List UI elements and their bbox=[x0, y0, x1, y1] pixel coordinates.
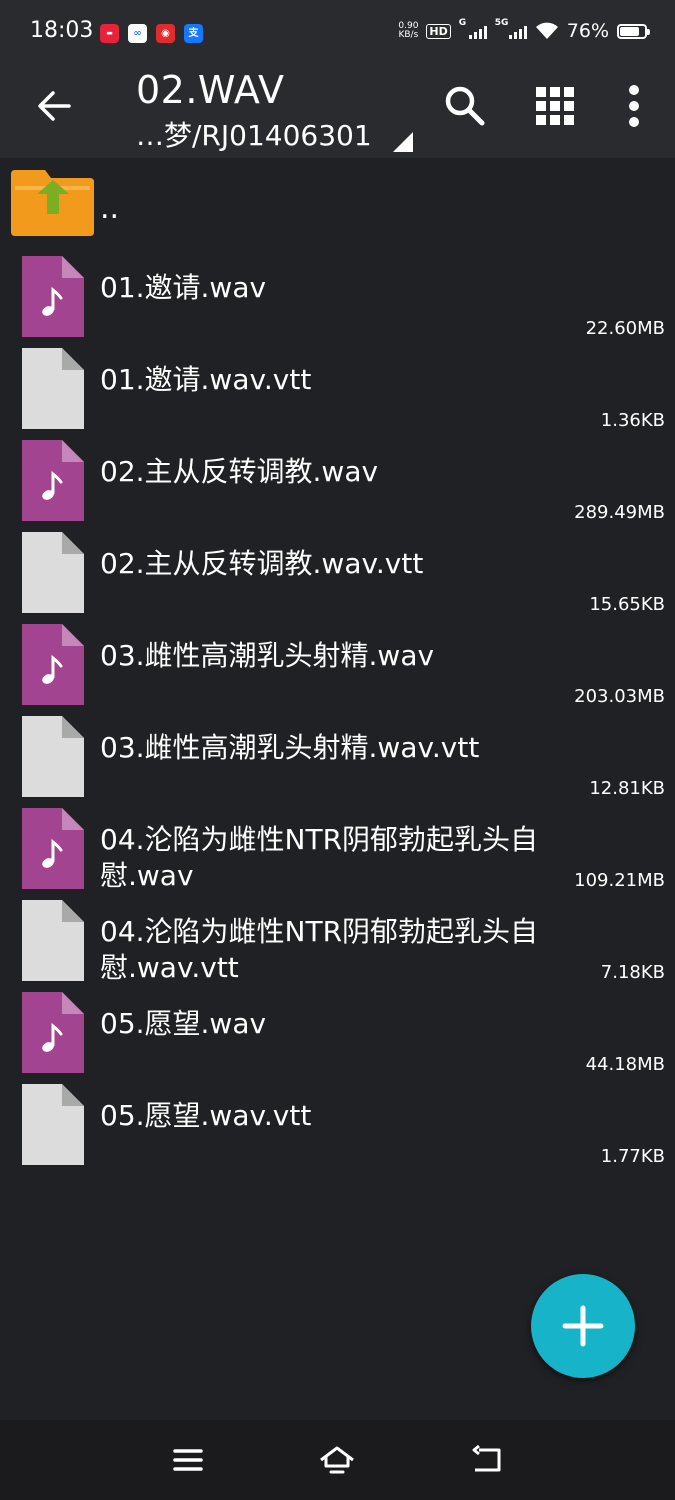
file-row[interactable]: 04.沦陷为雌性NTR阴郁勃起乳头自慰.wav.vtt 7.18KB bbox=[0, 894, 675, 986]
signal-icon: G bbox=[459, 18, 487, 39]
parent-folder-row[interactable]: .. bbox=[0, 158, 675, 242]
app-bar: 02.WAV …梦/RJ01406301 bbox=[0, 64, 675, 158]
net-speed: 0.90 KB/s bbox=[398, 21, 419, 40]
file-size: 109.21MB bbox=[574, 870, 665, 891]
file-size: 44.18MB bbox=[585, 1054, 665, 1075]
notification-icons: ▬ ∞ ◉ 支 bbox=[100, 24, 203, 43]
status-bar: 18:03 ▬ ∞ ◉ 支 0.90 KB/s HD G 5G 76% bbox=[0, 0, 675, 64]
file-row[interactable]: 03.雌性高潮乳头射精.wav.vtt 12.81KB bbox=[0, 710, 675, 802]
audio-file-icon bbox=[22, 256, 84, 337]
audio-file-icon bbox=[22, 624, 84, 705]
file-row[interactable]: 04.沦陷为雌性NTR阴郁勃起乳头自慰.wav 109.21MB bbox=[0, 802, 675, 894]
document-file-icon bbox=[22, 348, 84, 429]
file-name: 02.主从反转调教.wav.vtt bbox=[100, 547, 424, 580]
document-file-icon bbox=[22, 1084, 84, 1165]
folder-up-icon bbox=[11, 170, 94, 236]
file-size: 15.65KB bbox=[589, 594, 665, 615]
file-name: 01.邀请.wav bbox=[100, 271, 267, 304]
file-row[interactable]: 02.主从反转调教.wav 289.49MB bbox=[0, 434, 675, 526]
file-name: 05.愿望.wav.vtt bbox=[100, 1099, 312, 1132]
file-row[interactable]: 02.主从反转调教.wav.vtt 15.65KB bbox=[0, 526, 675, 618]
file-row[interactable]: 03.雌性高潮乳头射精.wav 203.03MB bbox=[0, 618, 675, 710]
news-app-icon: ▬ bbox=[100, 24, 119, 43]
menu-icon[interactable] bbox=[170, 1444, 206, 1476]
file-row[interactable]: 05.愿望.wav.vtt 1.77KB bbox=[0, 1078, 675, 1170]
folder-path[interactable]: …梦/RJ01406301 bbox=[136, 114, 372, 154]
file-row[interactable]: 01.邀请.wav.vtt 1.36KB bbox=[0, 342, 675, 434]
back-nav-icon[interactable] bbox=[469, 1444, 505, 1476]
status-time: 18:03 bbox=[30, 18, 94, 43]
file-row[interactable]: 01.邀请.wav 22.60MB bbox=[0, 250, 675, 342]
audio-file-icon bbox=[22, 992, 84, 1073]
battery-percent: 76% bbox=[566, 20, 609, 42]
file-size: 7.18KB bbox=[600, 962, 665, 983]
alipay-icon: 支 bbox=[184, 24, 203, 43]
file-row[interactable]: 05.愿望.wav 44.18MB bbox=[0, 986, 675, 1078]
cloud-app-icon: ∞ bbox=[128, 24, 147, 43]
add-fab-button[interactable] bbox=[531, 1274, 635, 1378]
path-dropdown-icon[interactable] bbox=[393, 132, 413, 152]
grid-view-icon[interactable] bbox=[533, 84, 577, 128]
more-options-icon[interactable] bbox=[612, 84, 656, 128]
back-arrow-icon[interactable] bbox=[36, 88, 72, 124]
file-name: 02.主从反转调教.wav bbox=[100, 455, 379, 488]
plus-icon bbox=[562, 1305, 604, 1347]
search-icon[interactable] bbox=[443, 84, 487, 128]
file-name: 03.雌性高潮乳头射精.wav.vtt bbox=[100, 731, 480, 764]
wifi-icon bbox=[535, 22, 558, 39]
file-size: 12.81KB bbox=[589, 778, 665, 799]
file-size: 203.03MB bbox=[574, 686, 665, 707]
signal-5g-icon: 5G bbox=[495, 18, 527, 39]
file-name: 04.沦陷为雌性NTR阴郁勃起乳头自慰.wav bbox=[100, 823, 539, 892]
system-nav-bar bbox=[0, 1420, 675, 1500]
parent-folder-label: .. bbox=[100, 191, 120, 226]
audio-file-icon bbox=[22, 808, 84, 889]
file-name: 05.愿望.wav bbox=[100, 1007, 267, 1040]
document-file-icon bbox=[22, 716, 84, 797]
file-size: 1.36KB bbox=[600, 410, 665, 431]
audio-file-icon bbox=[22, 440, 84, 521]
file-name: 03.雌性高潮乳头射精.wav bbox=[100, 639, 435, 672]
file-name: 01.邀请.wav.vtt bbox=[100, 363, 312, 396]
hd-badge: HD bbox=[426, 23, 451, 39]
document-file-icon bbox=[22, 900, 84, 981]
page-title: 02.WAV bbox=[136, 68, 285, 112]
home-icon[interactable] bbox=[319, 1444, 355, 1476]
status-indicators: 0.90 KB/s HD G 5G 76% bbox=[398, 18, 650, 42]
document-file-icon bbox=[22, 532, 84, 613]
file-size: 22.60MB bbox=[585, 318, 665, 339]
file-size: 1.77KB bbox=[600, 1146, 665, 1167]
music-app-icon: ◉ bbox=[156, 24, 175, 43]
battery-icon bbox=[617, 23, 650, 39]
file-size: 289.49MB bbox=[574, 502, 665, 523]
file-name: 04.沦陷为雌性NTR阴郁勃起乳头自慰.wav.vtt bbox=[100, 915, 539, 984]
